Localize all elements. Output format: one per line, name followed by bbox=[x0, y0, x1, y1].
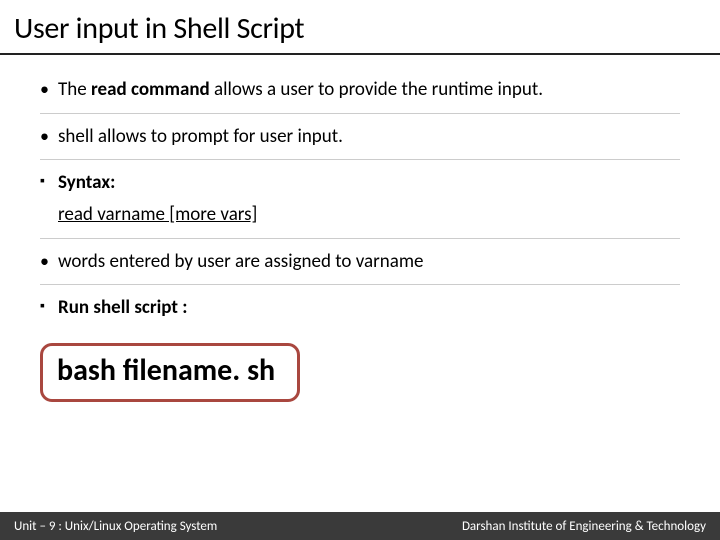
text-bold: Run shell script : bbox=[58, 296, 188, 319]
text-bold: Syntax: bbox=[58, 171, 115, 194]
bullet-item: words entered by user are assigned to va… bbox=[40, 239, 680, 286]
text-bold: read command bbox=[91, 78, 210, 101]
command-text: bash filename. sh bbox=[57, 352, 275, 389]
bullet-item: shell allows to prompt for user input. bbox=[40, 114, 680, 161]
bullet-item: Run shell script : bbox=[40, 285, 680, 331]
footer-left: Unit – 9 : Unix/Linux Operating System bbox=[14, 519, 217, 534]
text: The bbox=[58, 78, 91, 101]
bullet-item: Syntax: read varname [more vars] bbox=[40, 160, 680, 238]
text: shell allows to prompt for user input. bbox=[58, 125, 343, 148]
text: allows a user to provide the runtime inp… bbox=[210, 78, 543, 101]
text: words entered by user are assigned to va… bbox=[58, 250, 424, 273]
slide: User input in Shell Script The read comm… bbox=[0, 0, 720, 540]
command-box: bash filename. sh bbox=[40, 343, 300, 402]
slide-body: The read command allows a user to provid… bbox=[0, 55, 720, 540]
syntax-text: read varname [more vars] bbox=[58, 202, 680, 228]
footer: Unit – 9 : Unix/Linux Operating System D… bbox=[0, 512, 720, 540]
bullet-item: The read command allows a user to provid… bbox=[40, 67, 680, 114]
slide-title: User input in Shell Script bbox=[0, 0, 720, 55]
footer-right: Darshan Institute of Engineering & Techn… bbox=[462, 519, 706, 534]
bullet-list: The read command allows a user to provid… bbox=[40, 67, 680, 331]
